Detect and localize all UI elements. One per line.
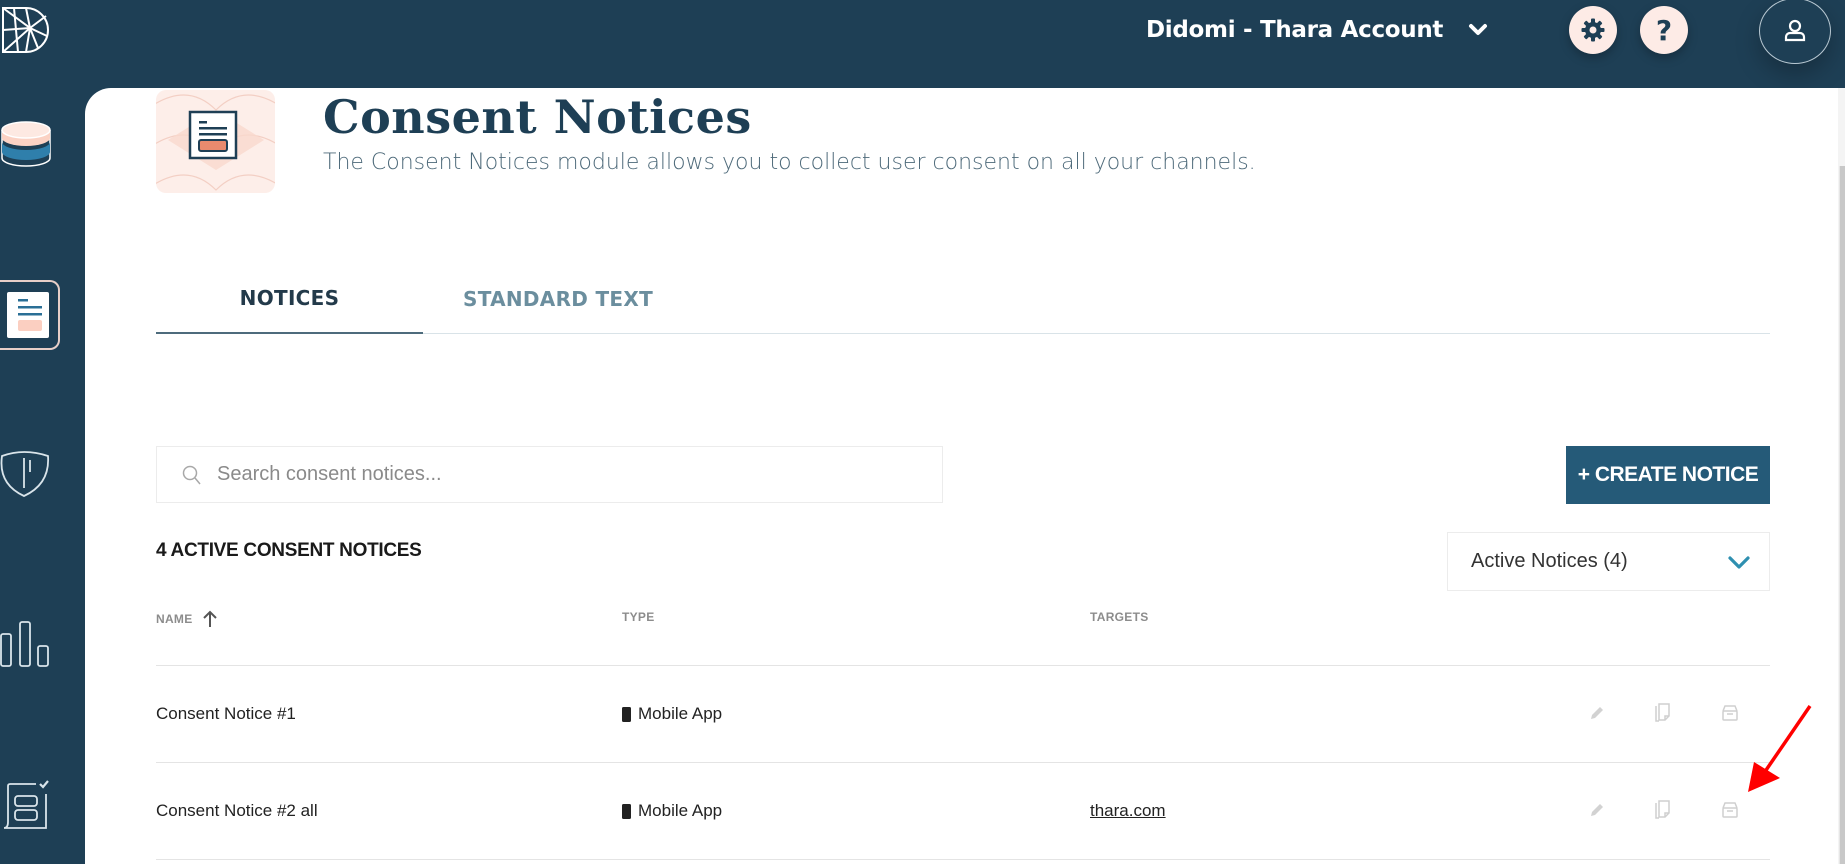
- help-button[interactable]: ?: [1640, 6, 1688, 54]
- notice-type-label: Mobile App: [638, 704, 723, 723]
- archive-icon: [1722, 705, 1738, 721]
- notice-type: Mobile App: [622, 666, 722, 762]
- notice-type: Mobile App: [622, 763, 722, 859]
- database-icon: [1, 121, 51, 167]
- mobile-phone-icon: [622, 803, 631, 819]
- mobile-phone-icon: [622, 706, 631, 722]
- edit-button[interactable]: [1586, 702, 1608, 724]
- chevron-down-icon: [1469, 24, 1488, 35]
- notice-status-filter[interactable]: Active Notices (4): [1447, 532, 1770, 591]
- row-divider: [156, 859, 1770, 860]
- user-menu-button[interactable]: [1759, 0, 1831, 64]
- notice-name[interactable]: Consent Notice #2 all: [156, 763, 318, 859]
- tab-notices[interactable]: NOTICES: [156, 264, 423, 334]
- search-box[interactable]: [156, 446, 943, 503]
- tab-standard-text[interactable]: STANDARD TEXT: [438, 264, 678, 334]
- question-icon: ?: [1655, 13, 1673, 47]
- sidebar-item-privacy-requests[interactable]: [0, 450, 52, 507]
- sidebar-nav: [0, 88, 85, 864]
- duplicate-button[interactable]: [1652, 799, 1674, 821]
- didomi-logo-icon[interactable]: [0, 4, 52, 56]
- account-name: Didomi - Thara Account: [1146, 17, 1444, 43]
- top-header: Didomi - Thara Account ?: [0, 0, 1845, 88]
- form-check-icon: [3, 780, 49, 829]
- sidebar-item-consent-notices[interactable]: [0, 280, 60, 350]
- document-icon: [7, 292, 49, 338]
- notice-type-label: Mobile App: [638, 801, 723, 820]
- active-notice-count: 4 ACTIVE CONSENT NOTICES: [156, 540, 422, 561]
- filter-selected-value: Active Notices (4): [1471, 550, 1628, 572]
- notice-name[interactable]: Consent Notice #1: [156, 666, 296, 762]
- page-subtitle: The Consent Notices module allows you to…: [323, 150, 1256, 175]
- account-switcher[interactable]: Didomi - Thara Account: [1146, 14, 1489, 46]
- consent-notices-illustration: [156, 90, 275, 193]
- page-title: Consent Notices: [323, 90, 752, 144]
- create-notice-button[interactable]: + CREATE NOTICE: [1566, 446, 1770, 504]
- scrollbar-thumb[interactable]: [1839, 166, 1845, 864]
- column-header-name[interactable]: NAME: [156, 610, 217, 628]
- pencil-icon: [1591, 707, 1603, 719]
- table-row[interactable]: Consent Notice #1 Mobile App: [156, 666, 1770, 762]
- pencil-icon: [1591, 804, 1603, 816]
- search-icon: [182, 465, 201, 484]
- duplicate-button[interactable]: [1652, 702, 1674, 724]
- duplicate-icon: [1655, 703, 1670, 722]
- target-link[interactable]: thara.com: [1090, 801, 1166, 821]
- tab-bar: NOTICES STANDARD TEXT: [156, 264, 1770, 334]
- edit-button[interactable]: [1586, 799, 1608, 821]
- bar-chart-icon: [0, 621, 49, 667]
- sidebar-item-preference-center[interactable]: [0, 778, 52, 839]
- notice-targets: thara.com: [1090, 763, 1166, 859]
- sidebar-item-analytics[interactable]: [0, 618, 52, 675]
- gear-icon: [1581, 18, 1605, 42]
- main-content: Consent Notices The Consent Notices modu…: [85, 88, 1845, 864]
- sidebar-item-data-manager[interactable]: [0, 118, 52, 175]
- archive-button[interactable]: [1719, 702, 1741, 724]
- search-input[interactable]: [217, 463, 917, 486]
- settings-button[interactable]: [1569, 6, 1617, 54]
- user-icon: [1784, 19, 1806, 42]
- shield-icon: [0, 451, 49, 497]
- duplicate-icon: [1655, 800, 1670, 819]
- column-header-targets[interactable]: TARGETS: [1090, 610, 1149, 624]
- sort-ascending-icon[interactable]: [202, 610, 217, 628]
- column-name-label: NAME: [156, 612, 193, 626]
- chevron-down-icon: [1728, 555, 1750, 569]
- archive-button[interactable]: [1719, 799, 1741, 821]
- archive-icon: [1722, 802, 1738, 818]
- column-header-type[interactable]: TYPE: [622, 610, 655, 624]
- table-row[interactable]: Consent Notice #2 all Mobile App thara.c…: [156, 763, 1770, 859]
